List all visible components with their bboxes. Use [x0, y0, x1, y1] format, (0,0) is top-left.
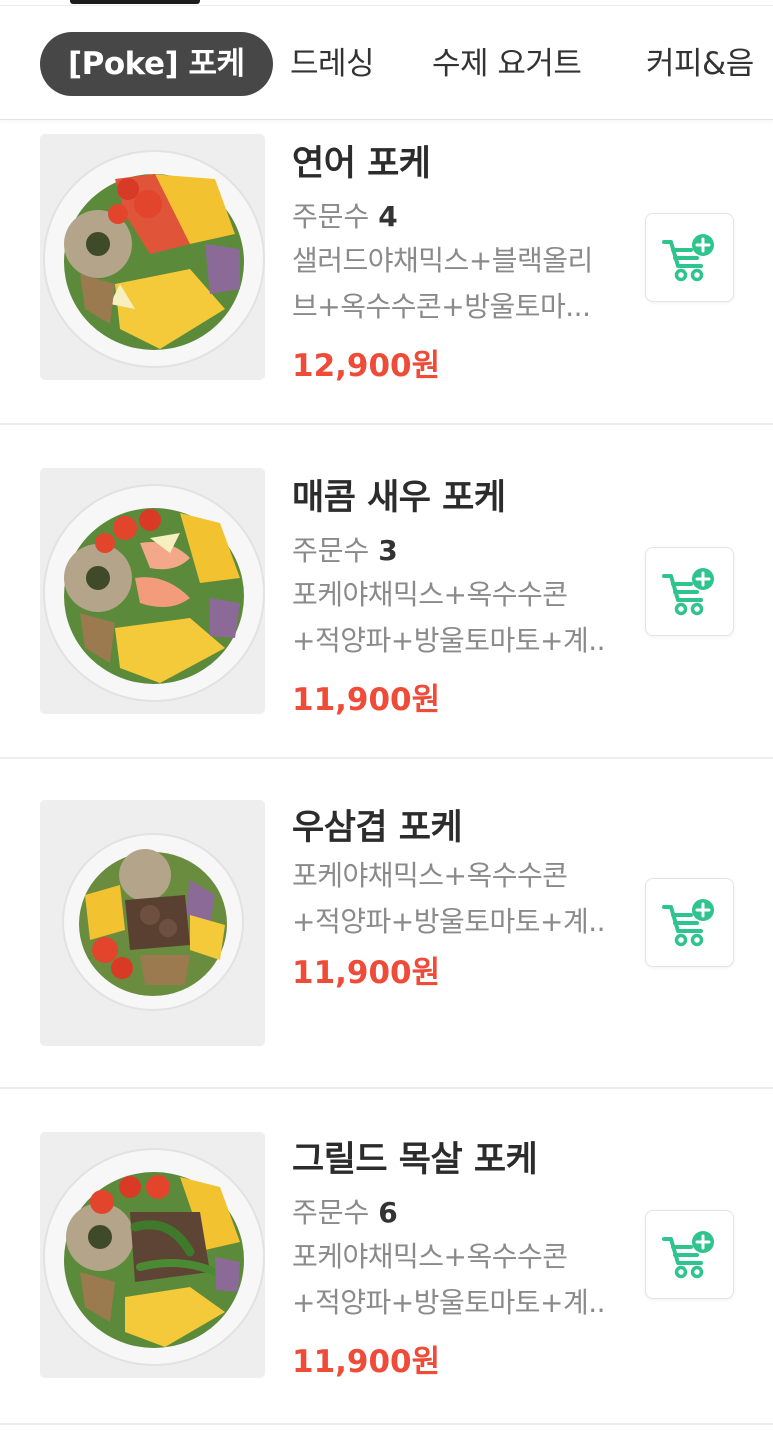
description-line: 포케야채믹스+옥수수콘 [292, 859, 568, 892]
item-price: 11,900원 [292, 955, 441, 991]
item-price: 12,900원 [292, 348, 441, 384]
item-description: 포케야채믹스+옥수수콘 +적양파+방울토마토+계... [292, 572, 604, 664]
category-tab-bar: [Poke] 포케 드레싱 수제 요거트 커피&음 [0, 6, 773, 120]
item-name: 매콤 새우 포케 [292, 478, 506, 518]
description-line: +적양파+방울토마토+계... [292, 1286, 604, 1319]
tab-yogurt[interactable]: 수제 요거트 [432, 32, 582, 96]
item-price: 11,900원 [292, 1344, 441, 1380]
menu-item[interactable]: 연어 포케 주문수 4 샐러드야채믹스+블랙올리 브+옥수수콘+방울토마... … [0, 121, 773, 425]
order-count: 주문수 4 [292, 195, 398, 235]
description-line: +적양파+방울토마토+계... [292, 624, 604, 657]
order-count-label: 주문수 [292, 534, 370, 567]
item-name: 연어 포케 [292, 144, 431, 184]
menu-item[interactable]: 그릴드 목살 포케 주문수 6 포케야채믹스+옥수수콘 +적양파+방울토마토+계… [0, 1089, 773, 1425]
description-line: 브+옥수수콘+방울토마... [292, 290, 591, 323]
item-description: 포케야채믹스+옥수수콘 +적양파+방울토마토+계... [292, 1234, 604, 1326]
menu-list: 연어 포케 주문수 4 샐러드야채믹스+블랙올리 브+옥수수콘+방울토마... … [0, 121, 773, 1425]
cart-plus-icon [662, 234, 714, 282]
shrimp-poke-bowl-photo [40, 468, 265, 714]
item-price: 11,900원 [292, 682, 441, 718]
pork-neck-poke-bowl-photo [40, 1132, 265, 1378]
order-count-value: 4 [378, 200, 398, 233]
cart-plus-icon [662, 1231, 714, 1279]
menu-item[interactable]: 우삼겹 포케 포케야채믹스+옥수수콘 +적양파+방울토마토+계... 11,90… [0, 759, 773, 1089]
menu-item[interactable]: 매콤 새우 포케 주문수 3 포케야채믹스+옥수수콘 +적양파+방울토마토+계.… [0, 425, 773, 759]
order-count-label: 주문수 [292, 1196, 370, 1229]
cart-plus-icon [662, 568, 714, 616]
salmon-poke-bowl-photo [40, 134, 265, 380]
description-line: 샐러드야채믹스+블랙올리 [292, 244, 593, 277]
item-name: 우삼겹 포케 [292, 808, 463, 848]
order-count-value: 3 [378, 534, 398, 567]
add-to-cart-button[interactable] [645, 547, 734, 636]
order-count: 주문수 6 [292, 1191, 398, 1231]
previous-banner-edge [70, 0, 200, 4]
order-count-label: 주문수 [292, 200, 370, 233]
item-name: 그릴드 목살 포케 [292, 1140, 538, 1180]
add-to-cart-button[interactable] [645, 1210, 734, 1299]
add-to-cart-button[interactable] [645, 213, 734, 302]
description-line: +적양파+방울토마토+계... [292, 905, 604, 938]
cart-plus-icon [662, 899, 714, 947]
item-description: 샐러드야채믹스+블랙올리 브+옥수수콘+방울토마... [292, 238, 604, 330]
description-line: 포케야채믹스+옥수수콘 [292, 1240, 568, 1273]
beef-poke-bowl-photo [40, 800, 265, 1046]
item-description: 포케야채믹스+옥수수콘 +적양파+방울토마토+계... [292, 853, 604, 945]
order-count: 주문수 3 [292, 529, 398, 569]
add-to-cart-button[interactable] [645, 878, 734, 967]
tab-coffee-drinks[interactable]: 커피&음 [646, 32, 754, 96]
order-count-value: 6 [378, 1196, 398, 1229]
tab-dressing[interactable]: 드레싱 [290, 32, 375, 96]
description-line: 포케야채믹스+옥수수콘 [292, 578, 568, 611]
tab-poke[interactable]: [Poke] 포케 [40, 32, 273, 96]
